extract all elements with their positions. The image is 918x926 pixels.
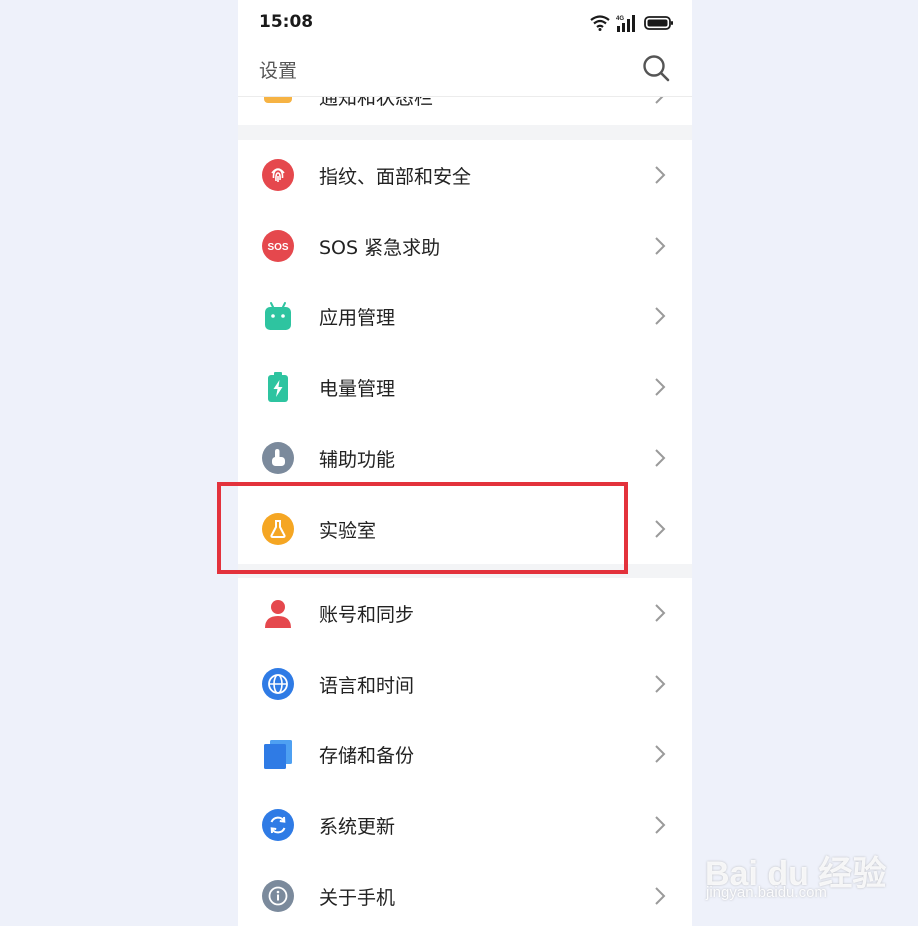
- chevron-right-icon: [655, 166, 666, 184]
- settings-header: 设置: [238, 44, 692, 97]
- settings-item-label: 辅助功能: [319, 449, 396, 471]
- battery-status-icon: [644, 16, 673, 30]
- partial-row-label: 通知和状态栏: [319, 97, 434, 109]
- update-icon: [262, 809, 294, 841]
- svg-text:SOS: SOS: [267, 242, 288, 253]
- wifi-icon: [590, 15, 610, 31]
- chevron-right-icon: [655, 816, 666, 834]
- settings-item-system-update[interactable]: 系统更新: [238, 790, 692, 860]
- settings-item-label: 关于手机: [319, 887, 396, 909]
- battery-icon: [268, 372, 288, 402]
- settings-item-label: 账号和同步: [319, 604, 415, 626]
- chevron-right-icon: [655, 887, 666, 905]
- chevron-right-icon: [655, 237, 666, 255]
- chevron-right-icon: [655, 97, 664, 104]
- settings-item-language-time[interactable]: 语言和时间: [238, 649, 692, 719]
- settings-item-label: SOS 紧急求助: [319, 237, 441, 259]
- settings-item-about-phone[interactable]: 关于手机: [238, 861, 692, 926]
- hand-icon: [262, 442, 294, 474]
- android-icon: [265, 302, 291, 330]
- settings-item-sos[interactable]: SOS SOS 紧急求助: [238, 211, 692, 281]
- settings-item-label: 存储和备份: [319, 745, 415, 767]
- status-bar: 15:08 4G: [238, 0, 692, 44]
- chevron-right-icon: [655, 675, 666, 693]
- settings-item-label: 语言和时间: [319, 675, 415, 697]
- highlight-box: [217, 482, 628, 574]
- settings-item-security[interactable]: 指纹、面部和安全: [238, 140, 692, 210]
- chevron-right-icon: [655, 745, 666, 763]
- phone-screen: 15:08 4G 设置 通知和状态栏 指纹、面部和安全 SOS SOS 紧急求助…: [238, 0, 692, 926]
- chevron-right-icon: [655, 520, 666, 538]
- status-time: 15:08: [259, 12, 314, 32]
- chevron-right-icon: [655, 449, 666, 467]
- page-title: 设置: [259, 60, 298, 82]
- account-icon: [265, 600, 291, 628]
- watermark-url: jingyan.baidu.com: [706, 884, 827, 901]
- settings-item-storage[interactable]: 存储和备份: [238, 719, 692, 789]
- sos-icon: SOS: [262, 230, 294, 262]
- settings-item-account[interactable]: 账号和同步: [238, 578, 692, 648]
- settings-item-label: 应用管理: [319, 307, 396, 329]
- settings-item-label: 电量管理: [319, 378, 396, 400]
- globe-icon: [262, 668, 294, 700]
- settings-group-2: 账号和同步 语言和时间 存储和备份 系统更新 关于手机: [238, 578, 692, 926]
- settings-item-label: 系统更新: [319, 816, 396, 838]
- partial-row[interactable]: 通知和状态栏: [238, 97, 692, 125]
- chevron-right-icon: [655, 604, 666, 622]
- settings-item-battery[interactable]: 电量管理: [238, 352, 692, 422]
- chevron-right-icon: [655, 378, 666, 396]
- fingerprint-icon: [262, 159, 294, 191]
- notification-icon: [264, 97, 292, 103]
- status-icons: 4G: [590, 12, 674, 34]
- settings-item-label: 指纹、面部和安全: [319, 166, 472, 188]
- settings-item-app-management[interactable]: 应用管理: [238, 281, 692, 351]
- network-type-label: 4G: [616, 16, 624, 22]
- cellular-signal-icon: 4G: [616, 15, 635, 32]
- storage-icon: [264, 740, 292, 769]
- chevron-right-icon: [655, 307, 666, 325]
- info-icon: [262, 880, 294, 912]
- search-icon[interactable]: [640, 52, 672, 84]
